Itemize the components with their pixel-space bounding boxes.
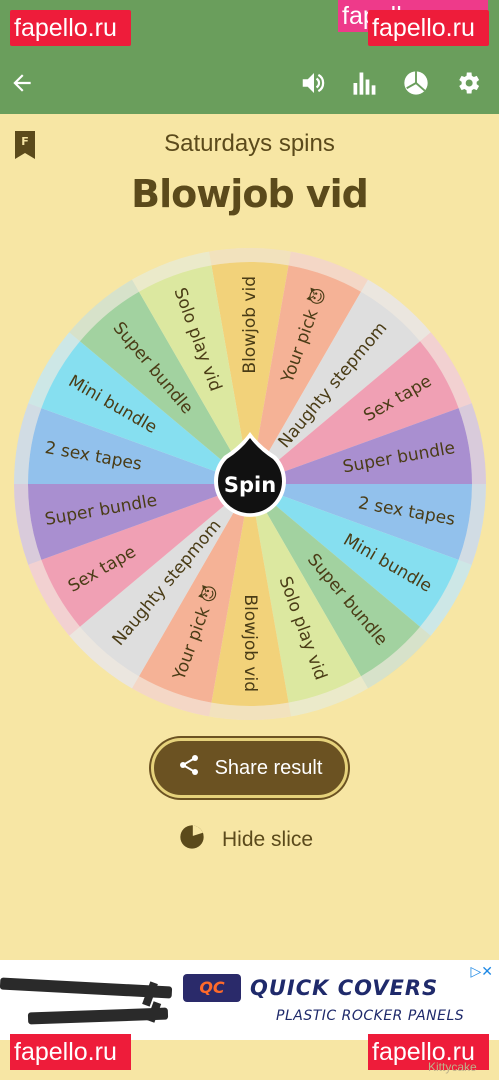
watermark-bottom-left: fapello.ru bbox=[10, 1034, 131, 1070]
ad-logo: QC bbox=[183, 974, 241, 1002]
share-icon bbox=[177, 753, 201, 783]
hide-slice-button[interactable]: Hide slice bbox=[178, 824, 313, 856]
spin-label[interactable]: Spin bbox=[224, 473, 276, 497]
share-result-label: Share result bbox=[214, 756, 323, 779]
ad-banner[interactable]: QC QUICK COVERS PLASTIC ROCKER PANELS ▷✕ bbox=[0, 960, 499, 1040]
wheel-slice-label: Blowjob vid bbox=[240, 594, 260, 692]
share-result-button[interactable]: Share result bbox=[151, 738, 348, 798]
ad-headline: QUICK COVERS bbox=[250, 976, 439, 1000]
wheel-slice-label: Blowjob vid bbox=[240, 276, 260, 374]
ad-subline: PLASTIC ROCKER PANELS bbox=[276, 1008, 465, 1024]
adchoices-close-icon[interactable]: ▷✕ bbox=[471, 964, 494, 980]
hide-slice-label: Hide slice bbox=[222, 828, 314, 851]
credit-text: Kittycake bbox=[428, 1060, 477, 1074]
rocker-panel-image bbox=[0, 977, 173, 1025]
pie-slice-icon bbox=[178, 823, 206, 857]
spin-wheel[interactable]: Blowjob vid Your pick 😈Naughty stepmomSex… bbox=[0, 0, 499, 730]
